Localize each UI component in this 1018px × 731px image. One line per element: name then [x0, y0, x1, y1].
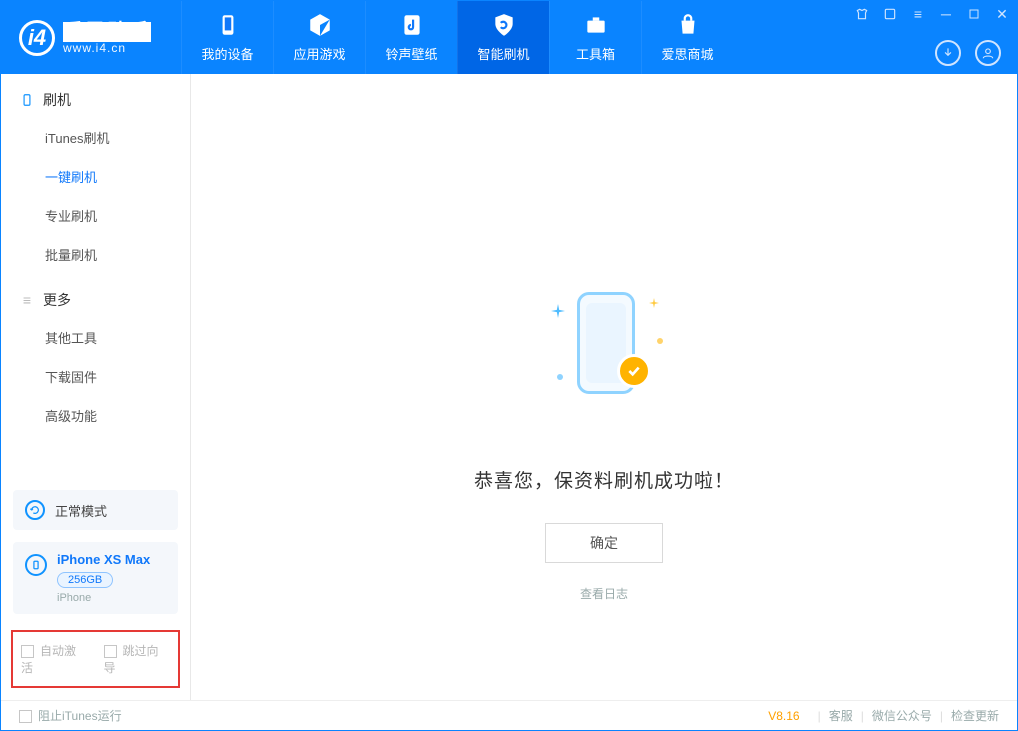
user-button[interactable]	[975, 40, 1001, 66]
options-highlight-box: 自动激活 跳过向导	[11, 630, 180, 688]
sidebar-item-pro-flash[interactable]: 专业刷机	[1, 196, 190, 235]
tab-apps[interactable]: 应用游戏	[273, 1, 365, 74]
sidebar-item-batch-flash[interactable]: 批量刷机	[1, 235, 190, 274]
mode-card[interactable]: 正常模式	[13, 490, 178, 530]
maximize-button[interactable]	[965, 5, 983, 23]
sidebar-item-advanced[interactable]: 高级功能	[1, 396, 190, 435]
main-content: 恭喜您，保资料刷机成功啦！ 确定 查看日志	[191, 74, 1017, 700]
bag-icon	[675, 12, 701, 38]
tab-store[interactable]: 爱思商城	[641, 1, 733, 74]
sidebar-item-download-firmware[interactable]: 下载固件	[1, 357, 190, 396]
footer-link-update[interactable]: 检查更新	[951, 707, 999, 724]
footer-link-service[interactable]: 客服	[829, 707, 853, 724]
tab-label: 铃声壁纸	[385, 44, 437, 63]
checkbox-auto-activate[interactable]: 自动激活	[21, 642, 88, 676]
sidebar-item-other-tools[interactable]: 其他工具	[1, 318, 190, 357]
sidebar-section-flash: 刷机	[1, 74, 190, 118]
device-type: iPhone	[57, 592, 150, 604]
success-title: 恭喜您，保资料刷机成功啦！	[474, 466, 734, 493]
device-icon	[25, 554, 47, 576]
sidebar-item-itunes-flash[interactable]: iTunes刷机	[1, 118, 190, 157]
titlebar: i4 爱思助手 www.i4.cn 我的设备 应用游戏 铃声壁纸 智能刷机	[1, 1, 1017, 74]
section-label: 更多	[43, 290, 71, 310]
device-icon	[215, 12, 241, 38]
tab-ringtones[interactable]: 铃声壁纸	[365, 1, 457, 74]
footer-link-wechat[interactable]: 微信公众号	[872, 707, 932, 724]
app-logo: i4 爱思助手 www.i4.cn	[19, 1, 151, 74]
tab-label: 爱思商城	[661, 44, 713, 63]
tab-label: 智能刷机	[477, 44, 529, 63]
version-label: V8.16	[768, 709, 799, 723]
close-button[interactable]: ✕	[993, 5, 1011, 23]
app-subtitle: www.i4.cn	[63, 42, 151, 54]
shield-refresh-icon	[491, 12, 517, 38]
toolbox-icon	[583, 12, 609, 38]
tab-label: 应用游戏	[293, 44, 345, 63]
tab-tools[interactable]: 工具箱	[549, 1, 641, 74]
sidebar-item-onekey-flash[interactable]: 一键刷机	[1, 157, 190, 196]
app-name: 爱思助手	[63, 22, 151, 42]
success-illustration	[529, 274, 679, 424]
tab-my-device[interactable]: 我的设备	[181, 1, 273, 74]
footer: 阻止iTunes运行 V8.16 | 客服 | 微信公众号 | 检查更新	[1, 700, 1017, 730]
tab-label: 工具箱	[576, 44, 615, 63]
sidebar-section-more: ≡ 更多	[1, 274, 190, 318]
cube-icon	[307, 12, 333, 38]
menu-icon[interactable]: ≡	[909, 5, 927, 23]
phone-icon	[19, 92, 35, 108]
tab-flash[interactable]: 智能刷机	[457, 1, 549, 74]
tab-label: 我的设备	[201, 44, 253, 63]
view-log-link[interactable]: 查看日志	[580, 585, 628, 602]
mode-icon	[25, 500, 45, 520]
logo-icon: i4	[19, 20, 55, 56]
checkbox-skip-guide[interactable]: 跳过向导	[104, 642, 171, 676]
list-icon: ≡	[19, 292, 35, 308]
device-card[interactable]: iPhone XS Max 256GB iPhone	[13, 542, 178, 614]
check-badge-icon	[617, 354, 651, 388]
download-button[interactable]	[935, 40, 961, 66]
sidebar: 刷机 iTunes刷机 一键刷机 专业刷机 批量刷机 ≡ 更多 其他工具 下载固…	[1, 74, 191, 700]
device-name: iPhone XS Max	[57, 552, 150, 567]
shirt-icon[interactable]	[853, 5, 871, 23]
device-capacity: 256GB	[57, 572, 113, 588]
mode-label: 正常模式	[55, 501, 107, 520]
confirm-button[interactable]: 确定	[545, 523, 663, 563]
feedback-icon[interactable]	[881, 5, 899, 23]
checkbox-block-itunes[interactable]: 阻止iTunes运行	[19, 707, 122, 724]
minimize-button[interactable]: ─	[937, 5, 955, 23]
section-label: 刷机	[43, 90, 71, 110]
music-icon	[399, 12, 425, 38]
